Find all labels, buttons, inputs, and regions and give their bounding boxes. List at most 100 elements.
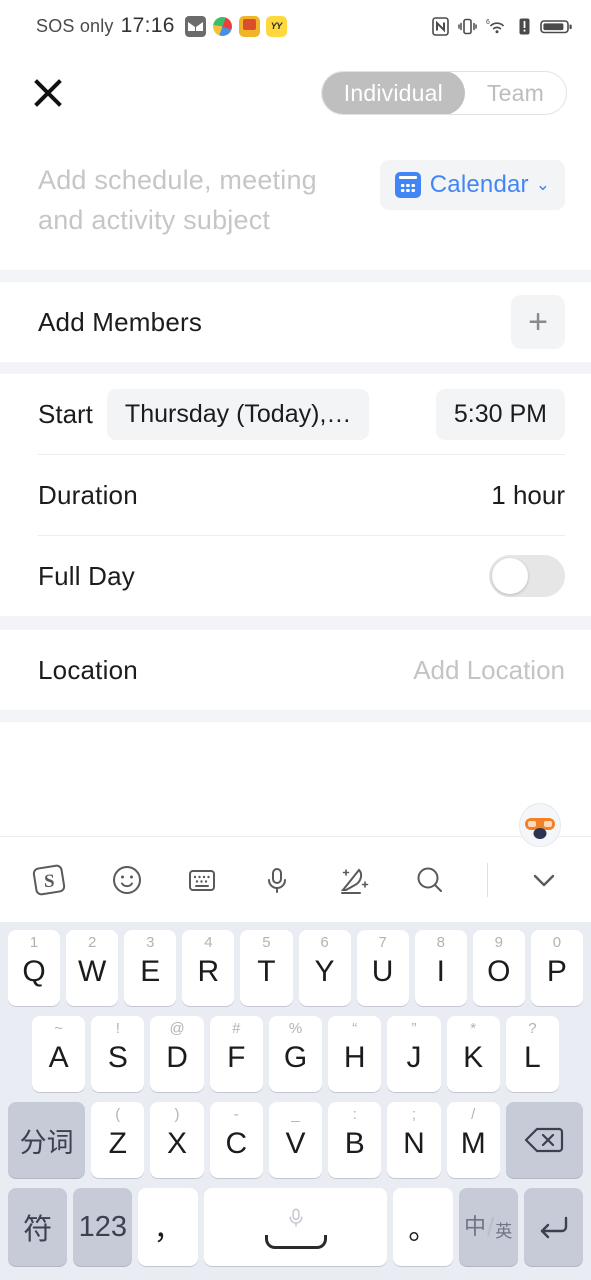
- key-hint: 5: [262, 934, 271, 951]
- start-row: Start Thursday (Today),… 5:30 PM: [0, 374, 591, 454]
- key-k[interactable]: * K: [446, 1016, 500, 1092]
- section-gap: [0, 270, 591, 282]
- svg-text:S: S: [44, 871, 55, 892]
- vibrate-icon: [458, 17, 477, 36]
- key-label: 123: [78, 1210, 128, 1243]
- status-bar: SOS only 17:16 6: [0, 0, 591, 52]
- key-comma[interactable]: ，: [138, 1188, 198, 1266]
- key-language-toggle[interactable]: 中 / 英: [458, 1188, 518, 1266]
- status-bar-left: SOS only 17:16: [36, 14, 287, 38]
- key-label: F: [227, 1041, 246, 1074]
- key-word-split[interactable]: 分词: [8, 1102, 86, 1178]
- keyboard-icon[interactable]: [184, 862, 220, 898]
- key-label: L: [524, 1041, 541, 1074]
- key-y[interactable]: 6Y: [298, 930, 351, 1006]
- key-b[interactable]: :B: [328, 1102, 382, 1178]
- key-d[interactable]: @ D: [150, 1016, 204, 1092]
- close-button[interactable]: [26, 71, 70, 115]
- key-q[interactable]: 1Q: [8, 930, 61, 1006]
- key-hint: #: [232, 1020, 241, 1037]
- key-z[interactable]: (Z: [91, 1102, 145, 1178]
- key-m[interactable]: / M: [446, 1102, 500, 1178]
- key-label: Y: [314, 955, 335, 988]
- key-v[interactable]: _ V: [268, 1102, 323, 1178]
- add-members-button[interactable]: +: [511, 295, 565, 349]
- chevron-down-icon: ⌄: [535, 175, 550, 194]
- key-o[interactable]: 9O: [472, 930, 525, 1006]
- location-section: Location Add Location: [0, 630, 591, 710]
- key-label: Z: [108, 1127, 127, 1160]
- key-label: C: [225, 1127, 248, 1160]
- full-day-toggle[interactable]: [489, 555, 565, 597]
- key-label: 。: [408, 1214, 438, 1246]
- key-a[interactable]: ~ A: [32, 1016, 86, 1092]
- key-t[interactable]: 5T: [240, 930, 293, 1006]
- plus-icon: +: [528, 303, 548, 341]
- subject-input[interactable]: Add schedule, meeting and activity subje…: [38, 160, 366, 240]
- key-s[interactable]: ! S: [91, 1016, 145, 1092]
- location-value[interactable]: Add Location: [413, 655, 565, 686]
- keyboard: S 1Q 2W 3 E 4 R 5 T 6 Y 7 U 8 I 9 O 0 P …: [0, 803, 591, 1280]
- app-screen: SOS only 17:16 6: [0, 0, 591, 1280]
- keyboard-toolbar: S: [0, 803, 591, 922]
- lang-en-label: 英: [495, 1222, 513, 1241]
- key-label: W: [78, 955, 107, 988]
- key-hint: ~: [54, 1020, 63, 1037]
- emoji-icon[interactable]: [109, 862, 145, 898]
- calendar-selector-button[interactable]: Calendar ⌄: [379, 160, 565, 210]
- key-label: X: [167, 1127, 188, 1160]
- backspace-icon: [525, 1127, 564, 1153]
- mode-segmented-control[interactable]: Individual Team: [320, 71, 567, 115]
- schedule-section: Start Thursday (Today),… 5:30 PM Duratio…: [0, 374, 591, 616]
- key-hint: -: [233, 1106, 239, 1123]
- start-date-chip[interactable]: Thursday (Today),…: [106, 388, 370, 440]
- key-symbols[interactable]: 符: [8, 1188, 68, 1266]
- key-hint: *: [470, 1020, 477, 1037]
- toggle-knob: [492, 558, 528, 594]
- key-n[interactable]: ; N: [387, 1102, 441, 1178]
- add-members-row[interactable]: Add Members +: [0, 282, 591, 362]
- key-space[interactable]: [203, 1188, 388, 1266]
- search-icon[interactable]: [412, 862, 448, 898]
- key-hint: 9: [494, 934, 503, 951]
- microphone-icon[interactable]: [259, 862, 295, 898]
- location-row[interactable]: Location Add Location: [0, 630, 591, 710]
- key-r[interactable]: 4R: [182, 930, 235, 1006]
- key-j[interactable]: ” J: [387, 1016, 441, 1092]
- key-hint: 4: [204, 934, 213, 951]
- keyboard-row-3: 分词 (Z ) X -C _ V :B ; N / M: [4, 1102, 587, 1178]
- key-hint: 3: [146, 934, 155, 951]
- key-u[interactable]: 7U: [356, 930, 409, 1006]
- fox-mascot-icon[interactable]: [519, 803, 561, 847]
- key-x[interactable]: ) X: [150, 1102, 204, 1178]
- key-h[interactable]: “H: [328, 1016, 382, 1092]
- key-l[interactable]: ? L: [505, 1016, 559, 1092]
- start-time-chip[interactable]: 5:30 PM: [435, 388, 565, 440]
- key-period[interactable]: 。: [393, 1188, 453, 1266]
- segment-individual[interactable]: Individual: [321, 72, 465, 114]
- key-backspace[interactable]: [505, 1102, 584, 1178]
- key-e[interactable]: 3E: [124, 930, 177, 1006]
- section-gap: [0, 362, 591, 374]
- key-numeric[interactable]: 123: [73, 1188, 133, 1266]
- carrier-label: SOS only: [36, 15, 114, 36]
- segment-team[interactable]: Team: [465, 72, 566, 114]
- key-hint: ”: [411, 1020, 417, 1037]
- key-hint: :: [352, 1106, 357, 1123]
- key-i[interactable]: 8I: [414, 930, 467, 1006]
- key-p[interactable]: 0P: [530, 930, 583, 1006]
- chevron-down-icon[interactable]: [527, 863, 561, 897]
- key-hint: 2: [88, 934, 97, 951]
- section-gap: [0, 616, 591, 630]
- sogou-logo-icon[interactable]: S: [30, 860, 70, 900]
- key-g[interactable]: % G: [268, 1016, 323, 1092]
- key-label: P: [546, 955, 567, 988]
- lang-slash: /: [487, 1212, 495, 1242]
- key-c[interactable]: -C: [209, 1102, 263, 1178]
- key-enter[interactable]: [523, 1188, 584, 1266]
- duration-row[interactable]: Duration 1 hour: [0, 455, 591, 535]
- key-f[interactable]: # F: [209, 1016, 263, 1092]
- handwriting-icon[interactable]: [333, 862, 373, 898]
- key-w[interactable]: 2W: [66, 930, 119, 1006]
- key-label: G: [283, 1041, 308, 1074]
